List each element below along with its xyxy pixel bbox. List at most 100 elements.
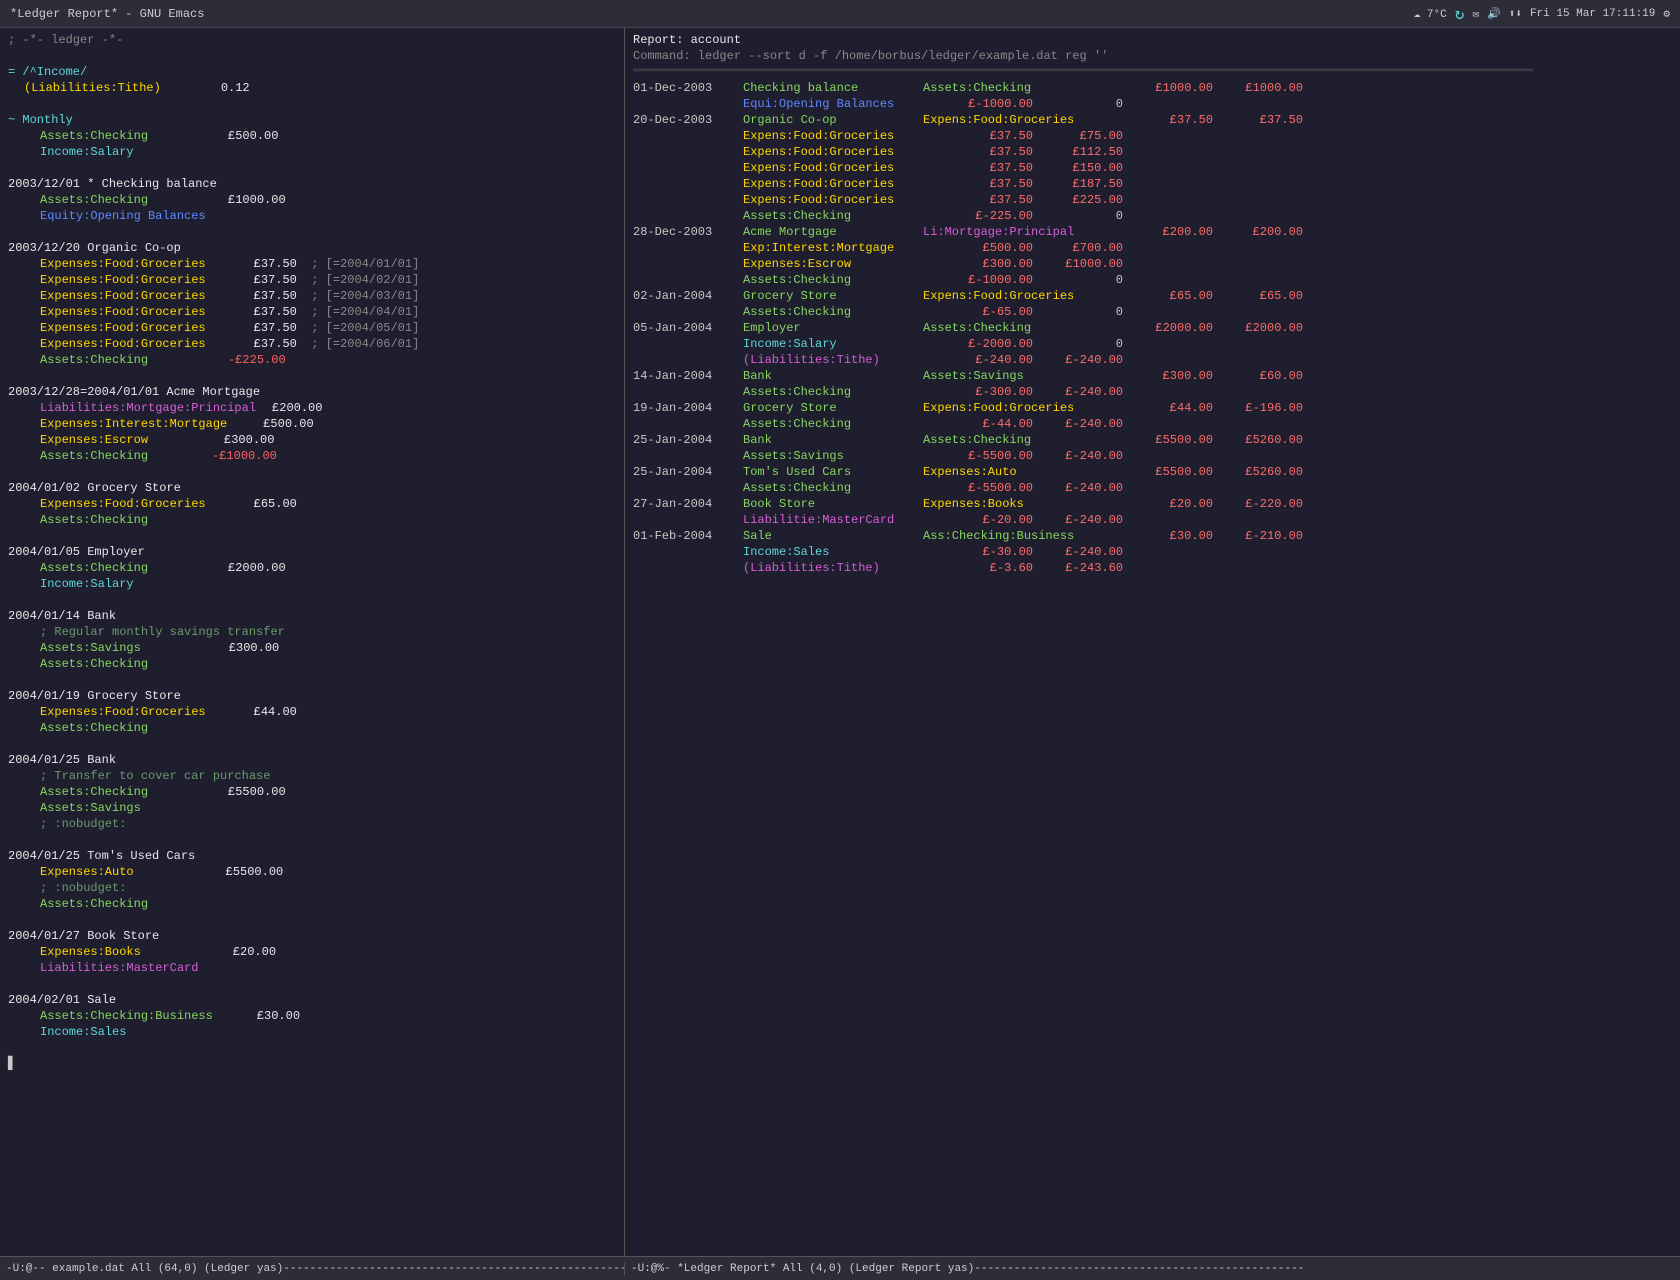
tx4-header: 2004/01/02 Grocery Store [8,480,616,496]
rp-date-9: 25-Jan-2004 [633,464,743,480]
rp-total-6a: £60.00 [1213,368,1303,384]
rp-amount-8a: £5500.00 [1123,432,1213,448]
rp-total-10b: £-240.00 [1033,512,1123,528]
tx2-food6: Expenses:Food:Groceries£37.50 ; [=2004/0… [40,336,616,352]
rp-date-4: 02-Jan-2004 [633,288,743,304]
tx2-food1: Expenses:Food:Groceries£37.50 ; [=2004/0… [40,256,616,272]
rp-total-8b: £-240.00 [1033,448,1123,464]
tx2-food4: Expenses:Food:Groceries£37.50 ; [=2004/0… [40,304,616,320]
rp-row-2d: Expens:Food:Groceries £37.50 £150.00 [633,160,1672,176]
rp-amount-5c: £-240.00 [943,352,1033,368]
tx2-checking: Assets:Checking-£225.00 [40,352,616,368]
rp-amount-8b: £-5500.00 [943,448,1033,464]
blank3 [8,160,616,176]
tx2-header: 2003/12/20 Organic Co-op [8,240,616,256]
tx3-mortgage: Liabilities:Mortgage:Principal£200.00 [40,400,616,416]
rp-account-3b: Exp:Interest:Mortgage [743,240,943,256]
network-icon[interactable]: ⬆⬇ [1509,7,1522,21]
rp-account-7b: Assets:Checking [743,416,943,432]
tx8-checking: Assets:Checking£5500.00 [40,784,616,800]
rp-row-7: 19-Jan-2004 Grocery Store Expens:Food:Gr… [633,400,1672,416]
rp-row-10b: Liabilitie:MasterCard £-20.00 £-240.00 [633,512,1672,528]
right-pane[interactable]: Report: account Command: ledger --sort d… [625,28,1680,1256]
left-pane[interactable]: ; -*- ledger -*- = /^Income/ (Liabilitie… [0,28,625,1256]
tx8-header: 2004/01/25 Bank [8,752,616,768]
rp-payee-8: Bank [743,432,923,448]
rp-row-8: 25-Jan-2004 Bank Assets:Checking £5500.0… [633,432,1672,448]
rp-payee-7: Grocery Store [743,400,923,416]
rp-payee-3: Acme Mortgage [743,224,923,240]
tx3-checking: Assets:Checking-£1000.00 [40,448,616,464]
blank13 [8,976,616,992]
blank12 [8,912,616,928]
rp-row-3d: Assets:Checking £-1000.00 0 [633,272,1672,288]
rp-account-2e: Expens:Food:Groceries [743,176,943,192]
rp-amount-11a: £30.00 [1123,528,1213,544]
rp-total-4a: £65.00 [1213,288,1303,304]
ledger-header-comment: ; -*- ledger -*- [8,32,616,48]
rp-row-4b: Assets:Checking £-65.00 0 [633,304,1672,320]
tx1-assets: Assets:Checking£1000.00 [40,192,616,208]
rp-date-3: 28-Dec-2003 [633,224,743,240]
refresh-icon[interactable]: ↻ [1455,4,1465,24]
tx8-comment: ; Transfer to cover car purchase [40,768,616,784]
tx10-header: 2004/01/27 Book Store [8,928,616,944]
rp-amount-5a: £2000.00 [1123,320,1213,336]
rp-total-3d: 0 [1033,272,1123,288]
rp-account-11c: (Liabilities:Tithe) [743,560,943,576]
mail-icon[interactable]: ✉ [1472,7,1479,21]
rp-amount-6a: £300.00 [1123,368,1213,384]
income-section-header: = /^Income/ [8,64,616,80]
datetime-display: Fri 15 Mar 17:11:19 [1530,8,1655,20]
rp-account-2b: Expens:Food:Groceries [743,128,943,144]
rp-row-11: 01-Feb-2004 Sale Ass:Checking:Business £… [633,528,1672,544]
rp-account-4a: Expens:Food:Groceries [923,288,1123,304]
titlebar-right: ☁ 7°C ↻ ✉ 🔊 ⬆⬇ Fri 15 Mar 17:11:19 ⚙ [1414,4,1670,24]
blank10 [8,736,616,752]
rp-date-11: 01-Feb-2004 [633,528,743,544]
tx3-escrow: Expenses:Escrow£300.00 [40,432,616,448]
tx9-auto: Expenses:Auto£5500.00 [40,864,616,880]
rp-row-4: 02-Jan-2004 Grocery Store Expens:Food:Gr… [633,288,1672,304]
rp-row-3c: Expenses:Escrow £300.00 £1000.00 [633,256,1672,272]
blank6 [8,464,616,480]
rp-account-2g: Assets:Checking [743,208,943,224]
tx10-mastercard: Liabilities:MasterCard [40,960,616,976]
tx8-nobudget: ; :nobudget: [40,816,616,832]
rp-amount-1b: £-1000.00 [943,96,1033,112]
tx3-header: 2003/12/28=2004/01/01 Acme Mortgage [8,384,616,400]
audio-icon[interactable]: 🔊 [1487,7,1501,21]
rp-amount-3c: £300.00 [943,256,1033,272]
settings-icon[interactable]: ⚙ [1663,7,1670,21]
rp-amount-3d: £-1000.00 [943,272,1033,288]
rp-account-10a: Expenses:Books [923,496,1123,512]
main-area: ; -*- ledger -*- = /^Income/ (Liabilitie… [0,28,1680,1256]
report-label: Report: account [633,32,1672,48]
rp-amount-3a: £200.00 [1123,224,1213,240]
rp-amount-3b: £500.00 [943,240,1033,256]
blank7 [8,528,616,544]
rp-amount-10a: £20.00 [1123,496,1213,512]
rp-row-1b: Equi:Opening Balances £-1000.00 0 [633,96,1672,112]
rp-row-1: 01-Dec-2003 Checking balance Assets:Chec… [633,80,1672,96]
rp-account-7a: Expens:Food:Groceries [923,400,1123,416]
rp-account-2f: Expens:Food:Groceries [743,192,943,208]
tx1-header: 2003/12/01 * Checking balance [8,176,616,192]
rp-payee-6: Bank [743,368,923,384]
blank5 [8,368,616,384]
rp-date-10: 27-Jan-2004 [633,496,743,512]
rp-row-5c: (Liabilities:Tithe) £-240.00 £-240.00 [633,352,1672,368]
rp-total-3c: £1000.00 [1033,256,1123,272]
blank14 [8,1040,616,1056]
tx6-checking: Assets:Checking [40,656,616,672]
rp-row-11b: Income:Sales £-30.00 £-240.00 [633,544,1672,560]
tx5-header: 2004/01/05 Employer [8,544,616,560]
tx5-salary: Income:Salary [40,576,616,592]
rp-row-2g: Assets:Checking £-225.00 0 [633,208,1672,224]
rp-total-5b: 0 [1033,336,1123,352]
rp-total-7b: £-240.00 [1033,416,1123,432]
rp-account-8b: Assets:Savings [743,448,943,464]
rp-row-5: 05-Jan-2004 Employer Assets:Checking £20… [633,320,1672,336]
rp-account-2a: Expens:Food:Groceries [923,112,1123,128]
tx4-food: Expenses:Food:Groceries£65.00 [40,496,616,512]
